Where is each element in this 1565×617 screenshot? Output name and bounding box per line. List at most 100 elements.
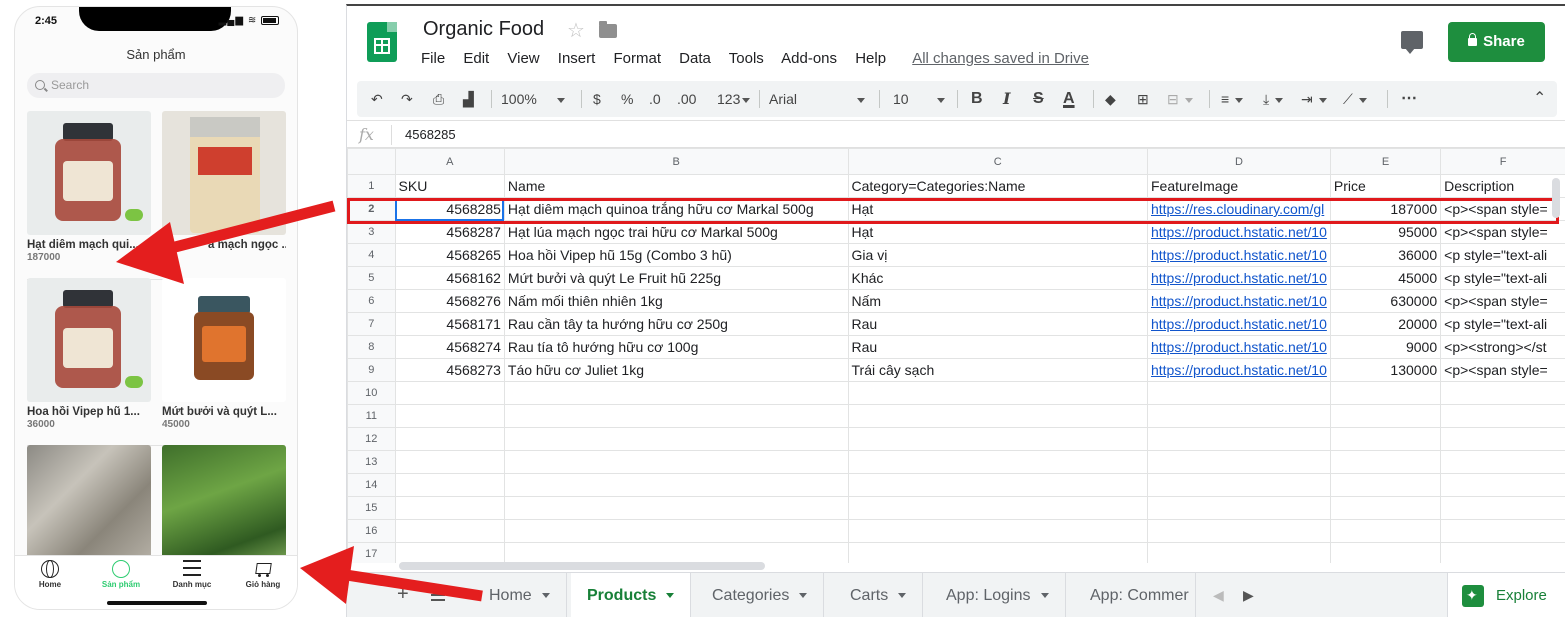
cell-name[interactable]: Rau tía tô hướng hữu cơ 100g bbox=[503, 335, 849, 359]
increase-decimal-button[interactable]: .00 bbox=[677, 81, 696, 117]
fill-color-icon[interactable]: ◆ bbox=[1105, 81, 1116, 117]
sheet-tab-categories[interactable]: Categories bbox=[696, 573, 825, 617]
cell-description[interactable] bbox=[1440, 450, 1565, 474]
cell-description[interactable]: <p style="text-ali bbox=[1440, 312, 1565, 336]
cell-feature-image[interactable] bbox=[1146, 542, 1331, 563]
cell-name[interactable]: Nấm mối thiên nhiên 1kg bbox=[503, 289, 849, 313]
cell-name[interactable] bbox=[503, 496, 849, 520]
cell-category[interactable] bbox=[847, 404, 1148, 428]
cell-feature-image[interactable] bbox=[1146, 519, 1331, 543]
column-header[interactable]: F bbox=[1440, 148, 1565, 175]
horizontal-scrollbar[interactable] bbox=[399, 562, 765, 570]
cell-description[interactable]: <p style="text-ali bbox=[1440, 243, 1565, 267]
row-header[interactable]: 5 bbox=[347, 266, 396, 290]
sheet-tab-products[interactable]: Products bbox=[571, 573, 692, 617]
paint-format-icon[interactable]: ▟ bbox=[463, 81, 474, 117]
tab-cart[interactable]: Giỏ hàng bbox=[228, 560, 297, 589]
cell-name[interactable]: Mứt bưởi và quýt Le Fruit hũ 225g bbox=[503, 266, 849, 290]
menu-addons[interactable]: Add-ons bbox=[781, 50, 837, 67]
sheets-logo-icon[interactable] bbox=[367, 22, 397, 62]
cell-name[interactable]: Táo hữu cơ Juliet 1kg bbox=[503, 358, 849, 382]
collapse-icon[interactable]: ⌃ bbox=[1533, 81, 1546, 117]
cell-price[interactable]: 130000 bbox=[1329, 358, 1442, 382]
cell-sku[interactable] bbox=[394, 542, 505, 563]
cell-description[interactable]: <p style="text-ali bbox=[1440, 266, 1565, 290]
menu-format[interactable]: Format bbox=[613, 50, 661, 67]
cell-price[interactable] bbox=[1329, 404, 1442, 428]
cell-feature-image[interactable] bbox=[1146, 404, 1331, 428]
row-header[interactable]: 17 bbox=[347, 542, 396, 563]
cell-category[interactable] bbox=[847, 381, 1148, 405]
all-sheets-icon[interactable] bbox=[431, 589, 445, 601]
cell-sku[interactable]: 4568276 bbox=[394, 289, 505, 313]
cell-feature-image[interactable] bbox=[1146, 473, 1331, 497]
cell-name[interactable] bbox=[503, 542, 849, 563]
cell-name[interactable] bbox=[503, 404, 849, 428]
cell-sku[interactable]: 4568285 bbox=[394, 197, 505, 221]
currency-button[interactable]: $ bbox=[593, 81, 601, 117]
more-icon[interactable]: ⋯ bbox=[1401, 81, 1417, 117]
italic-button[interactable]: I bbox=[1003, 81, 1010, 117]
menu-view[interactable]: View bbox=[507, 50, 539, 67]
cell-feature-image[interactable] bbox=[1146, 381, 1331, 405]
cell-sku[interactable]: 4568171 bbox=[394, 312, 505, 336]
row-header[interactable]: 16 bbox=[347, 519, 396, 543]
column-header[interactable]: E bbox=[1329, 148, 1442, 175]
cell-name[interactable]: Hạt lúa mạch ngọc trai hữu cơ Markal 500… bbox=[503, 220, 849, 244]
cell-description[interactable] bbox=[1440, 542, 1565, 563]
horizontal-align-icon[interactable]: ≡ bbox=[1221, 81, 1244, 117]
cell-category[interactable]: Rau bbox=[847, 335, 1148, 359]
cell-category[interactable]: Gia vị bbox=[847, 243, 1148, 267]
menu-file[interactable]: File bbox=[421, 50, 445, 67]
borders-icon[interactable]: ⊞ bbox=[1137, 81, 1149, 117]
cell-category[interactable] bbox=[847, 496, 1148, 520]
search-input[interactable]: Search bbox=[27, 73, 285, 98]
tab-home[interactable]: Home bbox=[15, 560, 85, 589]
bold-button[interactable]: B bbox=[971, 81, 983, 117]
cell-sku[interactable] bbox=[394, 496, 505, 520]
cell-description[interactable]: <p><span style= bbox=[1440, 197, 1565, 221]
cell-name[interactable]: Name bbox=[503, 174, 849, 198]
cell-price[interactable] bbox=[1329, 450, 1442, 474]
cell-feature-image[interactable]: FeatureImage bbox=[1146, 174, 1331, 198]
product-card[interactable]: Mứt bưởi và quýt L... 45000 bbox=[162, 278, 286, 430]
cell-category[interactable]: Khác bbox=[847, 266, 1148, 290]
folder-icon[interactable] bbox=[599, 21, 617, 38]
cell-price[interactable]: 187000 bbox=[1329, 197, 1442, 221]
cell-description[interactable]: <p><strong></st bbox=[1440, 335, 1565, 359]
explore-button[interactable]: Explore bbox=[1447, 572, 1565, 617]
cell-price[interactable] bbox=[1329, 519, 1442, 543]
cell-description[interactable] bbox=[1440, 404, 1565, 428]
cell-price[interactable] bbox=[1329, 381, 1442, 405]
cell-feature-image[interactable]: https://product.hstatic.net/10 bbox=[1146, 289, 1331, 313]
cell-price[interactable] bbox=[1329, 473, 1442, 497]
save-status[interactable]: All changes saved in Drive bbox=[912, 50, 1089, 67]
cell-name[interactable]: Hạt diêm mạch quinoa trắng hữu cơ Markal… bbox=[503, 197, 849, 221]
tab-categories[interactable]: Danh mục bbox=[157, 560, 227, 589]
row-header[interactable]: 6 bbox=[347, 289, 396, 313]
cell-sku[interactable] bbox=[394, 404, 505, 428]
menu-insert[interactable]: Insert bbox=[558, 50, 596, 67]
cell-price[interactable] bbox=[1329, 542, 1442, 563]
sheet-tab-home[interactable]: Home bbox=[473, 573, 567, 617]
column-header[interactable]: C bbox=[847, 148, 1148, 175]
cell-category[interactable] bbox=[847, 450, 1148, 474]
row-header[interactable]: 2 bbox=[347, 197, 396, 221]
cell-name[interactable] bbox=[503, 427, 849, 451]
cell-description[interactable]: <p><span style= bbox=[1440, 220, 1565, 244]
cell-price[interactable]: Price bbox=[1329, 174, 1442, 198]
cell-price[interactable]: 45000 bbox=[1329, 266, 1442, 290]
cell-description[interactable]: <p><span style= bbox=[1440, 289, 1565, 313]
cell-sku[interactable]: 4568265 bbox=[394, 243, 505, 267]
menu-data[interactable]: Data bbox=[679, 50, 711, 67]
star-icon[interactable]: ☆ bbox=[567, 18, 585, 43]
text-rotation-icon[interactable]: ⟋ bbox=[1343, 81, 1367, 117]
cell-feature-image[interactable] bbox=[1146, 427, 1331, 451]
cell-category[interactable]: Hạt bbox=[847, 220, 1148, 244]
scroll-right-icon[interactable]: ▶ bbox=[1243, 587, 1254, 604]
cell-category[interactable]: Nấm bbox=[847, 289, 1148, 313]
cell-sku[interactable] bbox=[394, 450, 505, 474]
product-card[interactable] bbox=[162, 445, 286, 569]
cell-feature-image[interactable]: https://res.cloudinary.com/gl bbox=[1146, 197, 1331, 221]
cell-name[interactable] bbox=[503, 473, 849, 497]
